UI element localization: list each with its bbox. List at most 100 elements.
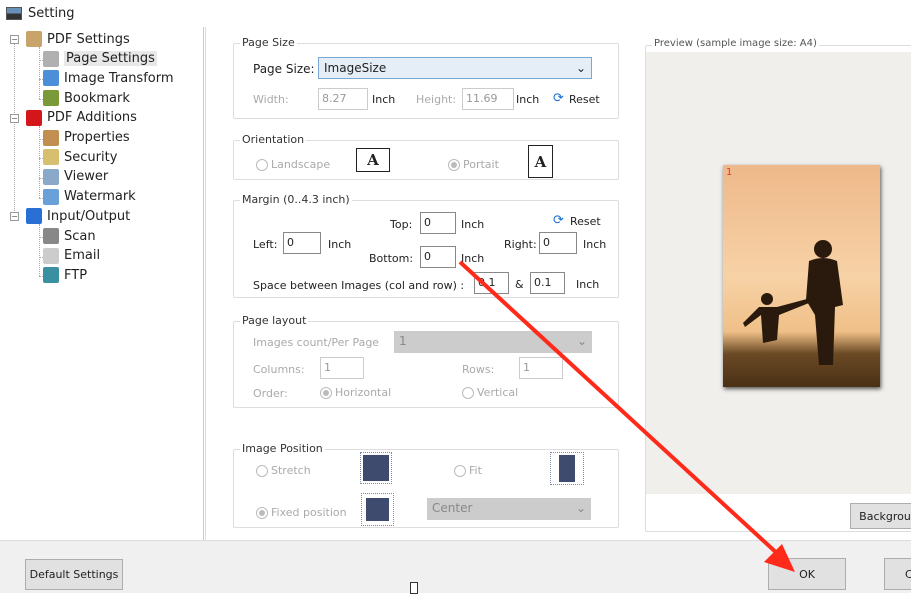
- landscape-radio[interactable]: Landscape: [256, 158, 330, 171]
- icon-letter: A: [534, 152, 547, 171]
- tree-item-bookmark[interactable]: Bookmark: [43, 90, 130, 107]
- tree-item-input-output[interactable]: Input/Output: [26, 208, 130, 225]
- unit-label: Inch: [328, 238, 352, 251]
- height-label: Height:: [416, 93, 457, 106]
- collapse-toggle[interactable]: −: [10, 113, 19, 123]
- width-label: Width:: [253, 93, 289, 106]
- tree-item-pdf-additions[interactable]: PDF Additions: [26, 109, 137, 126]
- page-size-value: ImageSize: [324, 61, 387, 75]
- tree-item-label: PDF Additions: [47, 110, 137, 126]
- settings-panel: Page Size Page Size: ImageSize ⌄ Width: 8…: [205, 27, 630, 540]
- tree-item-properties[interactable]: Properties: [43, 129, 130, 146]
- tree-item-label: Bookmark: [64, 90, 130, 106]
- landscape-page-icon: A: [356, 148, 390, 172]
- collapse-toggle[interactable]: −: [10, 35, 19, 44]
- unit-label: Inch: [461, 252, 485, 265]
- folder-icon: [26, 31, 42, 47]
- tree-item-scan[interactable]: Scan: [43, 228, 96, 244]
- vertical-radio[interactable]: Vertical: [462, 386, 518, 399]
- margin-reset-button[interactable]: Reset: [570, 215, 601, 228]
- unit-label: Inch: [516, 93, 540, 106]
- cancel-button[interactable]: C: [884, 558, 911, 590]
- fixed-position-icon: [361, 493, 394, 526]
- fixed-position-value: Center: [432, 501, 473, 515]
- tree-item-label: Scan: [64, 228, 96, 244]
- item-icon: [43, 70, 59, 87]
- margin-left-input[interactable]: 0: [283, 232, 321, 254]
- space-row-input[interactable]: 0.1: [530, 272, 565, 294]
- tree-item-image-transform[interactable]: Image Transform: [43, 70, 174, 87]
- page-size-select[interactable]: ImageSize ⌄: [318, 57, 592, 79]
- button-bar: Default Settings OK C: [0, 540, 911, 594]
- unit-label: Inch: [461, 218, 485, 231]
- fit-radio[interactable]: Fit: [454, 464, 482, 477]
- count-label: Images count/Per Page: [253, 336, 380, 349]
- background-button[interactable]: Backgrou: [850, 503, 911, 529]
- horizontal-radio[interactable]: Horizontal: [320, 386, 391, 399]
- tree-item-label: Properties: [64, 130, 130, 145]
- collapse-toggle[interactable]: −: [10, 212, 19, 222]
- app-icon: [6, 6, 22, 20]
- height-input[interactable]: 11.69: [462, 88, 514, 110]
- tree-item-email[interactable]: Email: [43, 247, 101, 264]
- tree-item-label: Security: [64, 149, 118, 165]
- width-input[interactable]: 8.27: [318, 88, 368, 110]
- title-bar: Setting: [0, 0, 911, 26]
- preview-page-image: 1: [723, 165, 880, 387]
- chevron-down-icon: ⌄: [576, 334, 587, 348]
- fixed-position-label: Fixed position: [271, 506, 347, 519]
- preview-title: Preview (sample image size: A4): [652, 38, 819, 49]
- tree-item-security[interactable]: Security: [43, 149, 118, 166]
- portrait-radio[interactable]: Portait: [448, 158, 499, 171]
- portrait-label: Portait: [463, 158, 499, 171]
- window-title: Setting: [28, 5, 75, 21]
- ok-button[interactable]: OK: [768, 558, 846, 590]
- columns-label: Columns:: [253, 363, 305, 376]
- tree-item-ftp[interactable]: FTP: [43, 267, 87, 284]
- vertical-label: Vertical: [477, 386, 519, 399]
- item-icon: [43, 129, 59, 146]
- unit-label: Inch: [372, 93, 396, 106]
- fit-icon: [550, 452, 584, 485]
- fixed-position-select[interactable]: Center ⌄: [427, 498, 591, 520]
- space-col-input[interactable]: 0.1: [474, 272, 509, 294]
- stretch-radio[interactable]: Stretch: [256, 464, 311, 477]
- reset-icon[interactable]: ⟳: [553, 91, 564, 106]
- rows-input[interactable]: 1: [519, 357, 563, 379]
- rows-label: Rows:: [462, 363, 495, 376]
- fit-label: Fit: [469, 464, 482, 477]
- unit-label: Inch: [583, 238, 607, 251]
- chevron-down-icon: ⌄: [575, 501, 586, 515]
- left-label: Left:: [253, 238, 278, 251]
- columns-input[interactable]: 1: [320, 357, 364, 379]
- tree-item-pdf-settings[interactable]: PDF Settings: [26, 31, 130, 47]
- default-settings-button[interactable]: Default Settings: [25, 559, 123, 590]
- chevron-down-icon: ⌄: [575, 61, 586, 75]
- stretch-icon: [360, 452, 392, 484]
- count-value: 1: [399, 334, 407, 348]
- reset-icon[interactable]: ⟳: [553, 213, 564, 228]
- margin-right-input[interactable]: 0: [539, 232, 577, 254]
- tree-item-watermark[interactable]: Watermark: [43, 188, 136, 205]
- images-count-select[interactable]: 1 ⌄: [394, 331, 592, 353]
- item-icon: [43, 228, 59, 244]
- margin-top-input[interactable]: 0: [420, 212, 456, 234]
- fixed-position-radio[interactable]: Fixed position: [256, 506, 347, 519]
- space-label: Space between Images (col and row) :: [253, 279, 465, 292]
- tree-item-label: Email: [64, 248, 101, 264]
- margin-bottom-input[interactable]: 0: [420, 246, 456, 268]
- group-label: Orientation: [240, 133, 307, 146]
- item-icon: [43, 90, 59, 107]
- amp-label: &: [515, 278, 524, 291]
- stretch-label: Stretch: [271, 464, 311, 477]
- group-label: Margin (0..4.3 inch): [240, 193, 352, 206]
- silhouette-image: [743, 240, 843, 365]
- right-label: Right:: [504, 238, 537, 251]
- folder-icon: [26, 109, 42, 126]
- item-icon: [43, 168, 59, 185]
- page-size-reset-button[interactable]: Reset: [569, 93, 600, 106]
- settings-tree: − PDF Settings Page Settings Image Transfor…: [4, 27, 204, 542]
- tree-item-viewer[interactable]: Viewer: [43, 168, 108, 185]
- tree-item-page-settings[interactable]: Page Settings: [43, 50, 157, 67]
- folder-icon: [26, 208, 42, 225]
